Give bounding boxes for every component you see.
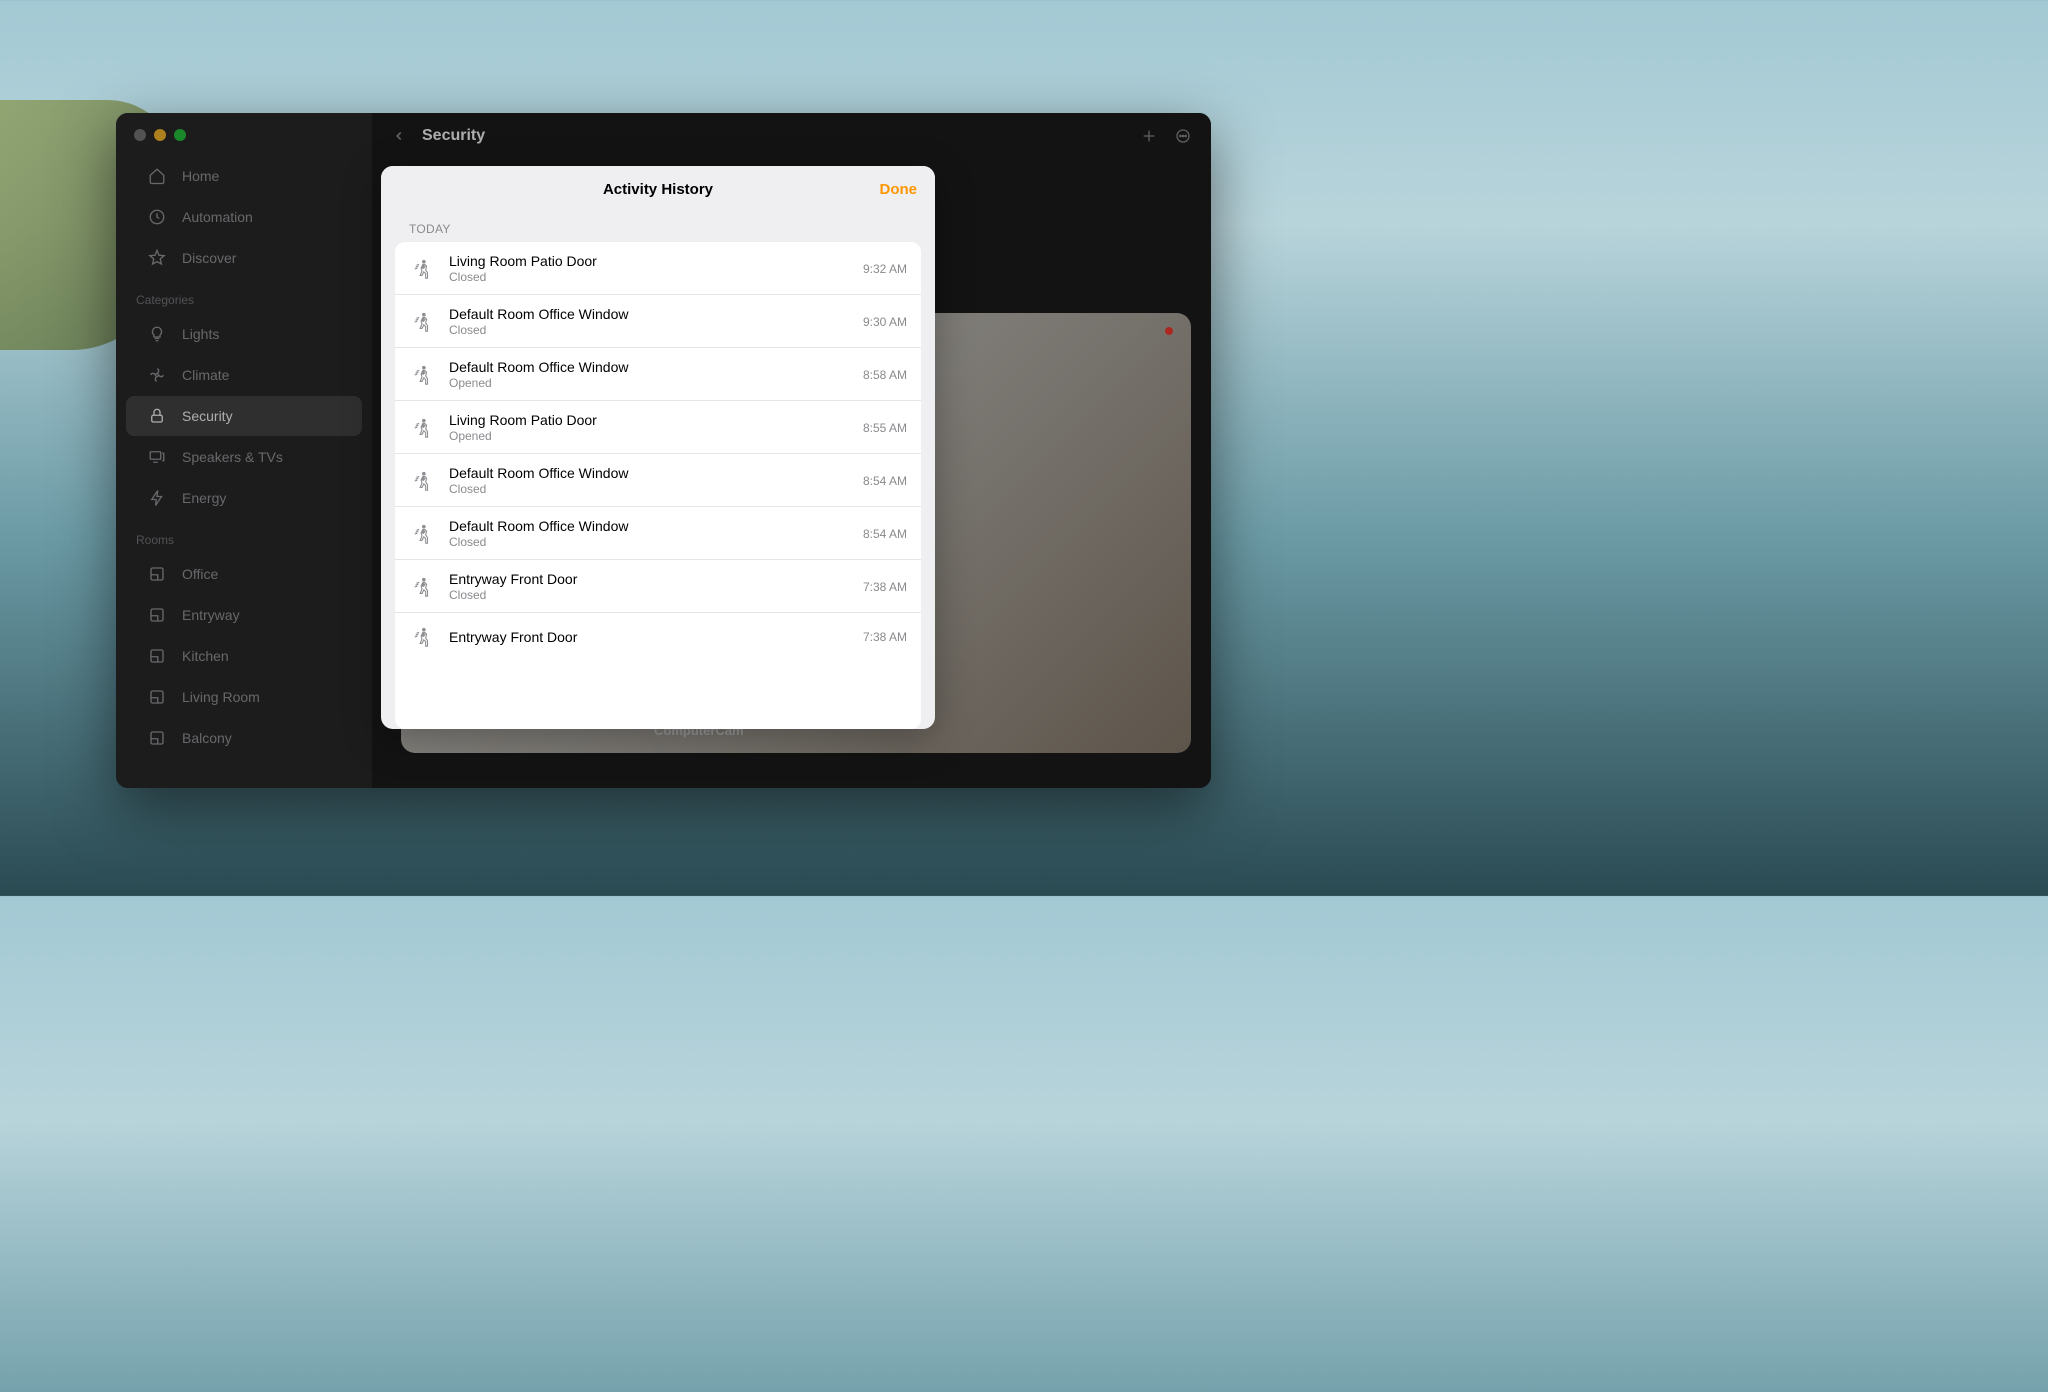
activity-body: Entryway Front Door Closed (449, 571, 849, 602)
activity-time: 8:54 AM (863, 474, 907, 488)
activity-title: Default Room Office Window (449, 518, 849, 534)
section-header-today: TODAY (381, 212, 935, 242)
activity-row[interactable]: Default Room Office Window Closed 9:30 A… (395, 295, 921, 348)
activity-title: Living Room Patio Door (449, 412, 849, 428)
activity-row[interactable]: Living Room Patio Door Opened 8:55 AM (395, 401, 921, 454)
motion-icon (409, 521, 435, 547)
activity-title: Default Room Office Window (449, 465, 849, 481)
modal-header: Activity History Done (381, 166, 935, 212)
activity-status: Closed (449, 588, 849, 602)
activity-body: Living Room Patio Door Opened (449, 412, 849, 443)
activity-body: Default Room Office Window Closed (449, 306, 849, 337)
activity-time: 9:32 AM (863, 262, 907, 276)
activity-row[interactable]: Default Room Office Window Closed 8:54 A… (395, 507, 921, 560)
activity-row[interactable]: Entryway Front Door 7:38 AM (395, 613, 921, 660)
activity-status: Opened (449, 429, 849, 443)
done-button[interactable]: Done (880, 181, 918, 198)
motion-icon (409, 256, 435, 282)
activity-status: Closed (449, 270, 849, 284)
activity-title: Default Room Office Window (449, 359, 849, 375)
activity-time: 8:58 AM (863, 368, 907, 382)
activity-time: 8:54 AM (863, 527, 907, 541)
motion-icon (409, 415, 435, 441)
motion-icon (409, 574, 435, 600)
activity-time: 7:38 AM (863, 580, 907, 594)
activity-title: Living Room Patio Door (449, 253, 849, 269)
motion-icon (409, 362, 435, 388)
motion-icon (409, 309, 435, 335)
activity-list[interactable]: Living Room Patio Door Closed 9:32 AM De… (395, 242, 921, 729)
modal-title: Activity History (603, 181, 713, 198)
activity-time: 8:55 AM (863, 421, 907, 435)
activity-status: Opened (449, 376, 849, 390)
activity-row[interactable]: Living Room Patio Door Closed 9:32 AM (395, 242, 921, 295)
activity-status: Closed (449, 535, 849, 549)
motion-icon (409, 468, 435, 494)
motion-icon (409, 624, 435, 650)
activity-title: Entryway Front Door (449, 629, 849, 645)
activity-body: Default Room Office Window Closed (449, 465, 849, 496)
activity-body: Default Room Office Window Opened (449, 359, 849, 390)
activity-row[interactable]: Entryway Front Door Closed 7:38 AM (395, 560, 921, 613)
activity-history-modal: Activity History Done TODAY Living Room … (381, 166, 935, 729)
activity-body: Entryway Front Door (449, 629, 849, 646)
activity-body: Living Room Patio Door Closed (449, 253, 849, 284)
activity-body: Default Room Office Window Closed (449, 518, 849, 549)
activity-row[interactable]: Default Room Office Window Opened 8:58 A… (395, 348, 921, 401)
activity-status: Closed (449, 323, 849, 337)
activity-title: Default Room Office Window (449, 306, 849, 322)
activity-title: Entryway Front Door (449, 571, 849, 587)
activity-row[interactable]: Default Room Office Window Closed 8:54 A… (395, 454, 921, 507)
activity-time: 7:38 AM (863, 630, 907, 644)
activity-time: 9:30 AM (863, 315, 907, 329)
activity-status: Closed (449, 482, 849, 496)
